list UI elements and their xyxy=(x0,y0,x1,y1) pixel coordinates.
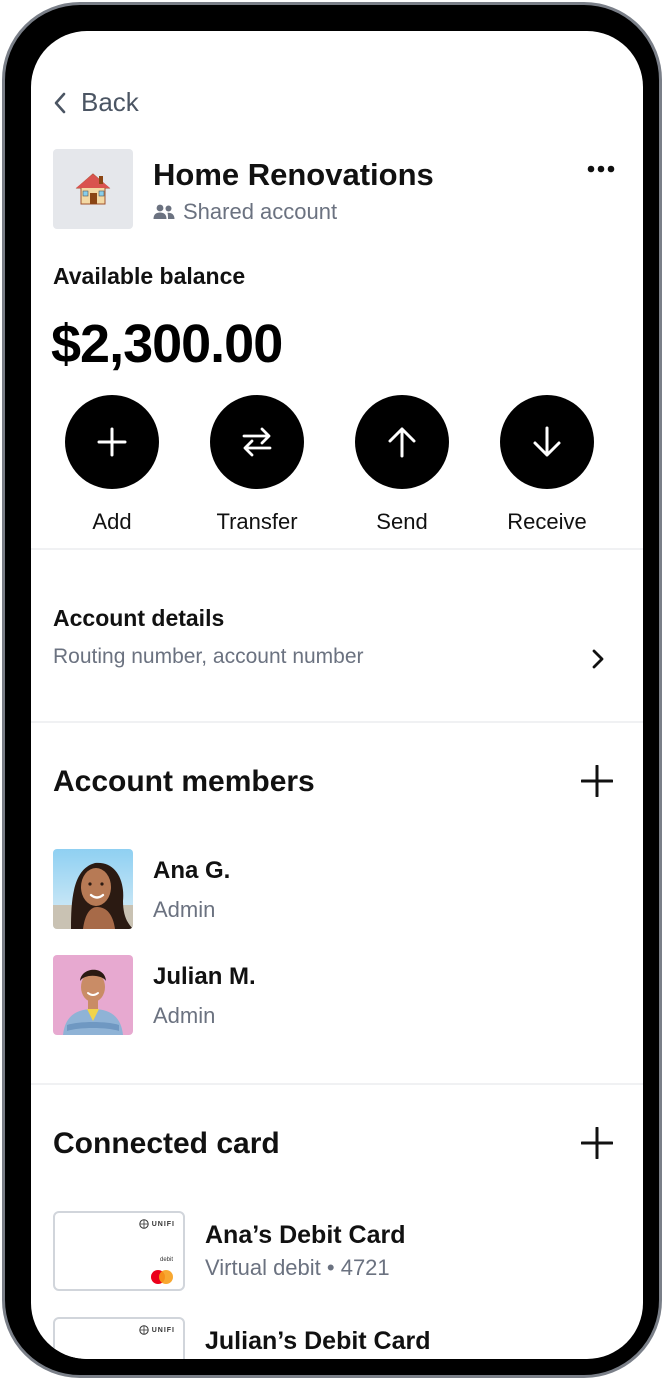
account-details-title: Account details xyxy=(53,605,225,631)
account-avatar xyxy=(53,149,133,229)
add-member-icon[interactable] xyxy=(581,765,613,797)
card-type-label: debit xyxy=(159,1257,173,1263)
member-row[interactable]: Ana G. Admin xyxy=(53,849,613,929)
member-photo xyxy=(53,849,133,929)
member-avatar xyxy=(53,955,133,1035)
transfer-label: Transfer xyxy=(216,509,298,534)
quick-actions: Add Transfer Send Receive xyxy=(31,395,643,535)
send-label: Send xyxy=(376,509,428,534)
people-icon xyxy=(153,204,175,219)
receive-button-circle xyxy=(500,395,594,489)
device-frame: Back Home Renovations Shared account Ava… xyxy=(2,2,662,1378)
arrow-down-icon xyxy=(533,426,561,457)
arrow-up-icon xyxy=(388,427,416,458)
receive-button[interactable]: Receive xyxy=(482,395,612,535)
house-icon xyxy=(75,173,111,205)
card-brand-label: UNIFI xyxy=(151,1326,175,1334)
account-details-subtitle: Routing number, account number xyxy=(53,645,364,668)
send-button-circle xyxy=(355,395,449,489)
plus-icon xyxy=(97,427,127,457)
member-name: Julian M. xyxy=(153,963,256,990)
card-name: Ana’s Debit Card xyxy=(205,1221,406,1249)
add-button[interactable]: Add xyxy=(47,395,177,535)
member-name: Ana G. xyxy=(153,857,231,884)
account-subtitle-label: Shared account xyxy=(183,199,338,224)
member-photo xyxy=(53,955,133,1035)
connected-card-title: Connected card xyxy=(53,1127,280,1160)
add-button-circle xyxy=(65,395,159,489)
card-row[interactable]: UNIFI Julian’s Debit Card xyxy=(53,1317,613,1359)
card-row[interactable]: UNIFI debit Ana’s Debit Card Virtual deb… xyxy=(53,1211,613,1291)
add-card-icon[interactable] xyxy=(581,1127,613,1159)
divider xyxy=(31,1083,643,1085)
back-button[interactable]: Back xyxy=(53,87,139,118)
card-thumbnail: UNIFI xyxy=(53,1317,185,1359)
member-avatar xyxy=(53,849,133,929)
account-members-title: Account members xyxy=(53,765,315,798)
more-options-icon[interactable] xyxy=(585,159,617,179)
transfer-button[interactable]: Transfer xyxy=(192,395,322,535)
card-name: Julian’s Debit Card xyxy=(205,1327,431,1355)
card-brand-label: UNIFI xyxy=(151,1220,175,1228)
mastercard-icon xyxy=(151,1270,173,1284)
unifi-logo-icon xyxy=(139,1325,149,1335)
receive-label: Receive xyxy=(507,509,587,534)
card-brand: UNIFI xyxy=(139,1325,175,1335)
balance-label: Available balance xyxy=(53,263,246,289)
chevron-right-icon xyxy=(592,649,604,669)
member-role: Admin xyxy=(153,897,216,922)
account-details-row[interactable]: Account details Routing number, account … xyxy=(31,577,643,721)
card-thumbnail: UNIFI debit xyxy=(53,1211,185,1291)
account-title: Home Renovations xyxy=(153,157,434,192)
transfer-button-circle xyxy=(210,395,304,489)
chevron-left-icon xyxy=(54,92,66,113)
card-subtitle: Virtual debit • 4721 xyxy=(205,1255,390,1280)
back-label: Back xyxy=(81,87,139,117)
divider xyxy=(31,721,643,723)
account-subtitle: Shared account xyxy=(153,199,337,225)
member-row[interactable]: Julian M. Admin xyxy=(53,955,613,1035)
unifi-logo-icon xyxy=(139,1219,149,1229)
app-screen: Back Home Renovations Shared account Ava… xyxy=(31,31,643,1359)
add-label: Add xyxy=(92,509,132,534)
balance-amount: $2,300.00 xyxy=(51,314,283,374)
member-role: Admin xyxy=(153,1003,216,1028)
divider xyxy=(31,548,643,550)
transfer-arrows-icon xyxy=(242,427,272,457)
send-button[interactable]: Send xyxy=(337,395,467,535)
card-brand: UNIFI xyxy=(139,1219,175,1229)
